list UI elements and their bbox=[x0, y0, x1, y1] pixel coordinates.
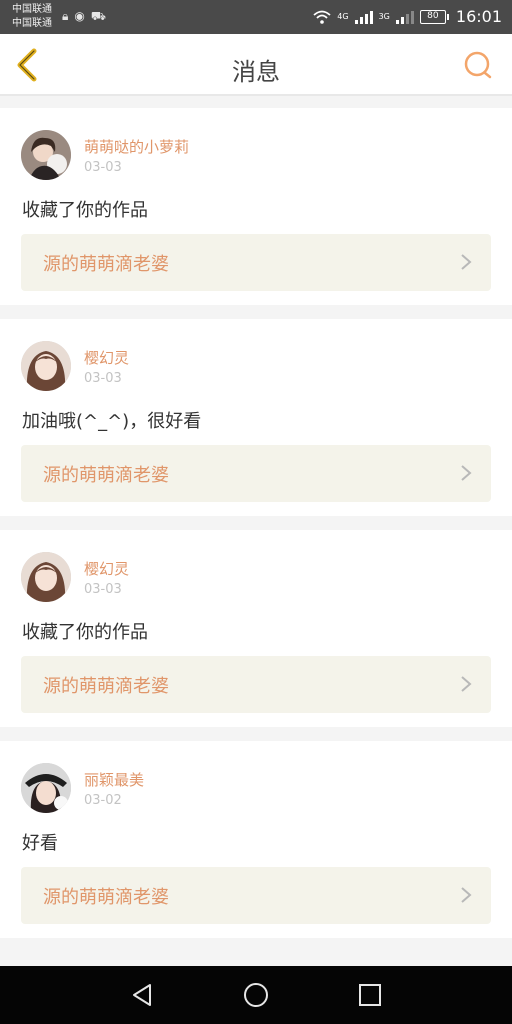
message-date: 03-03 bbox=[84, 582, 122, 597]
message-card: 樱幻灵 03-03 收藏了你的作品 源的萌萌滴老婆 bbox=[0, 530, 512, 727]
network-type-2: 3G bbox=[378, 12, 390, 21]
referenced-work-title: 源的萌萌滴老婆 bbox=[43, 887, 169, 908]
page-title: 消息 bbox=[232, 58, 280, 86]
message-date: 03-02 bbox=[84, 793, 122, 808]
referenced-work[interactable]: 源的萌萌滴老婆 bbox=[21, 445, 491, 502]
avatar[interactable] bbox=[21, 552, 71, 602]
message-date: 03-03 bbox=[84, 160, 122, 175]
battery-icon: 80 bbox=[419, 9, 449, 24]
user-name[interactable]: 樱幻灵 bbox=[84, 558, 129, 579]
referenced-work[interactable]: 源的萌萌滴老婆 bbox=[21, 867, 491, 924]
wifi-icon bbox=[313, 10, 331, 24]
referenced-work-title: 源的萌萌滴老婆 bbox=[43, 676, 169, 697]
user-name[interactable]: 樱幻灵 bbox=[84, 347, 129, 368]
message-text: 收藏了你的作品 bbox=[22, 200, 148, 221]
user-name[interactable]: 丽颖最美 bbox=[84, 769, 144, 790]
system-nav-bar bbox=[0, 966, 512, 1024]
message-text: 加油哦(^_^)，很好看 bbox=[22, 411, 202, 432]
notification-icons: 🔒︎ ◉ ⛟ bbox=[62, 9, 106, 23]
referenced-work-title: 源的萌萌滴老婆 bbox=[43, 465, 169, 486]
message-date: 03-03 bbox=[84, 371, 122, 386]
message-card: 丽颖最美 03-02 好看 源的萌萌滴老婆 bbox=[0, 741, 512, 938]
status-right: 4G 3G 80 16:01 bbox=[313, 7, 502, 26]
message-list: 萌萌哒的小萝莉 03-03 收藏了你的作品 源的萌萌滴老婆 樱幻灵 03-03 … bbox=[0, 108, 512, 952]
clock: 16:01 bbox=[455, 7, 502, 26]
message-card: 萌萌哒的小萝莉 03-03 收藏了你的作品 源的萌萌滴老婆 bbox=[0, 108, 512, 305]
carrier-1: 中国联通 bbox=[12, 4, 52, 15]
referenced-work[interactable]: 源的萌萌滴老婆 bbox=[21, 234, 491, 291]
nav-home-icon[interactable] bbox=[241, 980, 271, 1010]
signal-icon-1 bbox=[354, 10, 373, 24]
referenced-work[interactable]: 源的萌萌滴老婆 bbox=[21, 656, 491, 713]
chevron-right-icon bbox=[461, 887, 472, 903]
user-name[interactable]: 萌萌哒的小萝莉 bbox=[84, 136, 189, 157]
network-type-1: 4G bbox=[337, 12, 349, 21]
message-text: 收藏了你的作品 bbox=[22, 622, 148, 643]
top-nav-bar: 消息 bbox=[0, 34, 512, 96]
chevron-right-icon bbox=[461, 465, 472, 481]
signal-icon-2 bbox=[395, 10, 414, 24]
nav-recents-icon[interactable] bbox=[355, 980, 385, 1010]
lock-icon: 🔒︎ bbox=[62, 9, 69, 23]
status-bar: 中国联通 中国联通 🔒︎ ◉ ⛟ 4G 3G 80 16:01 bbox=[0, 0, 512, 34]
nav-back-icon[interactable] bbox=[128, 980, 158, 1010]
message-card: 樱幻灵 03-03 加油哦(^_^)，很好看 源的萌萌滴老婆 bbox=[0, 319, 512, 516]
avatar[interactable] bbox=[21, 130, 71, 180]
carrier-labels: 中国联通 中国联通 bbox=[12, 3, 52, 31]
referenced-work-title: 源的萌萌滴老婆 bbox=[43, 254, 169, 275]
search-icon[interactable] bbox=[464, 51, 492, 79]
truck-icon: ⛟ bbox=[90, 9, 106, 23]
message-text: 好看 bbox=[22, 833, 58, 854]
chevron-right-icon bbox=[461, 676, 472, 692]
chevron-right-icon bbox=[461, 254, 472, 270]
avatar[interactable] bbox=[21, 341, 71, 391]
app-notification-icon: ◉ bbox=[74, 9, 85, 23]
avatar[interactable] bbox=[21, 763, 71, 813]
carrier-2: 中国联通 bbox=[12, 18, 52, 29]
